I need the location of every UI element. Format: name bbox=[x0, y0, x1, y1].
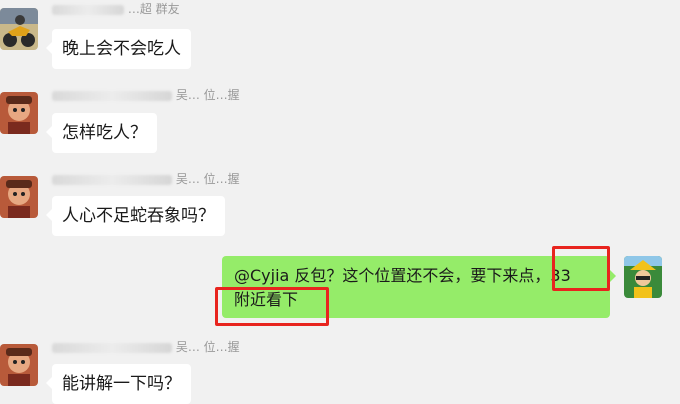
message-bubble[interactable]: 怎样吃人？ bbox=[46, 113, 157, 153]
sender-name-text: …超 群友 bbox=[127, 2, 180, 16]
sender-name: 吴… 位…握 bbox=[52, 340, 240, 354]
my-message-line-1: @Cyjia 反包？这个位置还不会，要下来点，33 bbox=[234, 266, 571, 285]
message-text: 人心不足蛇吞象吗？ bbox=[62, 206, 215, 226]
message-text: 晚上会不会吃人 bbox=[62, 39, 181, 59]
sender-name: …超 群友 bbox=[52, 2, 180, 16]
sender-name-text: 吴… 位…握 bbox=[175, 88, 240, 102]
sender-name: 吴… 位…握 bbox=[52, 172, 240, 186]
message-bubble[interactable]: 能讲解一下吗？ bbox=[46, 364, 191, 404]
message-bubble[interactable]: 晚上会不会吃人 bbox=[46, 29, 191, 69]
cartoon-character-avatar-icon[interactable] bbox=[0, 344, 38, 386]
message-text: 怎样吃人？ bbox=[62, 123, 147, 143]
cartoon-character-avatar-icon[interactable] bbox=[0, 176, 38, 218]
sender-name: 吴… 位…握 bbox=[52, 88, 240, 102]
my-message-line-2: 附近看下 bbox=[234, 290, 299, 309]
yellow-hat-character-avatar-icon[interactable] bbox=[624, 256, 662, 298]
cartoon-character-avatar-icon[interactable] bbox=[0, 92, 38, 134]
message-bubble[interactable]: 人心不足蛇吞象吗？ bbox=[46, 196, 225, 236]
my-message-bubble[interactable]: @Cyjia 反包？这个位置还不会，要下来点，33 附近看下 bbox=[222, 256, 616, 318]
sender-name-text: 吴… 位…握 bbox=[175, 172, 240, 186]
message-text: 能讲解一下吗？ bbox=[62, 374, 181, 394]
chat-message-list: …超 群友 晚上会不会吃人 吴… 位…握 怎样吃人？ 吴… 位…握 人心不足蛇吞… bbox=[0, 0, 680, 404]
motorcycle-avatar-icon[interactable] bbox=[0, 8, 38, 50]
sender-name-text: 吴… 位…握 bbox=[175, 340, 240, 354]
